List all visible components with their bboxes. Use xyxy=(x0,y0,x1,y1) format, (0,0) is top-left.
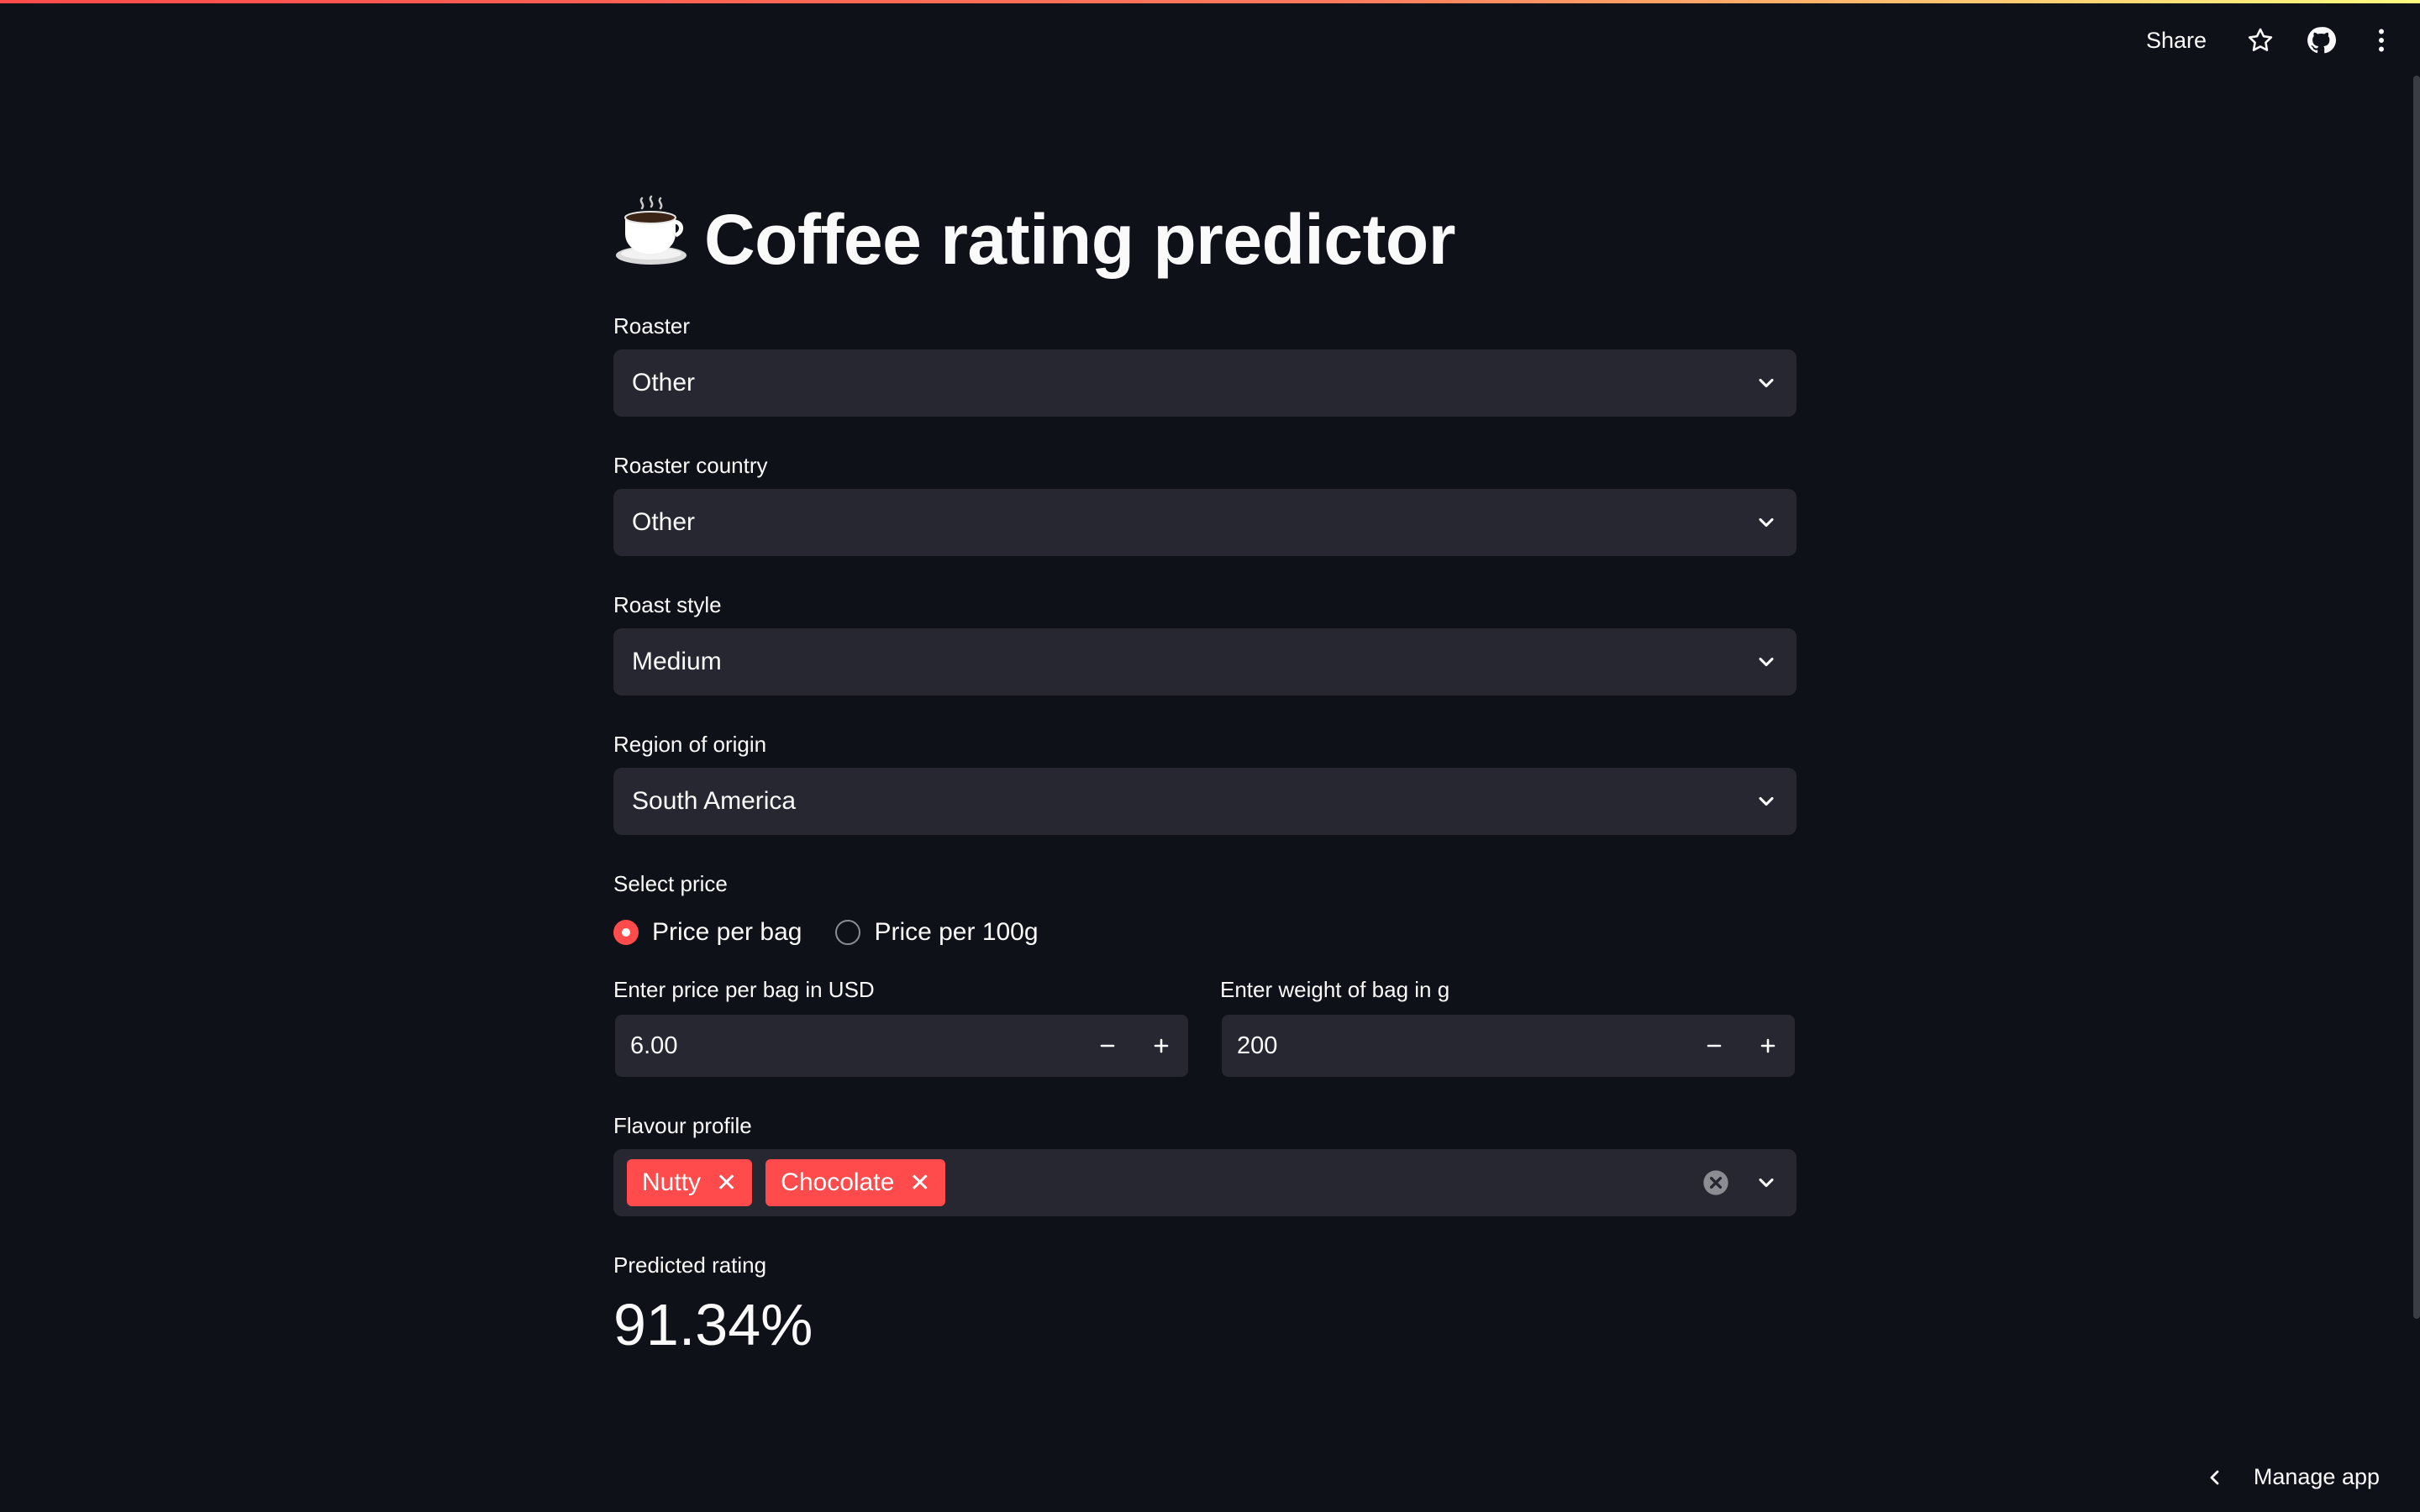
radio-label: Price per bag xyxy=(652,918,802,946)
scrollbar[interactable] xyxy=(2413,76,2420,1319)
star-icon[interactable] xyxy=(2242,22,2279,59)
flavour-tags: Nutty ✕ Chocolate ✕ xyxy=(627,1159,1702,1206)
close-icon[interactable]: ✕ xyxy=(716,1168,737,1198)
price-mode-radio-group: Price per bag Price per 100g xyxy=(613,907,1797,958)
chevron-down-icon xyxy=(1759,796,1774,806)
more-vertical-icon[interactable] xyxy=(2363,22,2400,59)
manage-app-label: Manage app xyxy=(2253,1464,2380,1489)
weight-number-input[interactable]: 200 xyxy=(1220,1013,1797,1079)
roaster-country-value: Other xyxy=(632,508,696,536)
roaster-select[interactable]: Other xyxy=(613,349,1797,417)
close-icon[interactable]: ✕ xyxy=(909,1168,930,1198)
manage-app-button[interactable]: Manage app xyxy=(2205,1464,2380,1490)
clear-all-icon[interactable] xyxy=(1702,1169,1729,1196)
flavour-multiselect[interactable]: Nutty ✕ Chocolate ✕ xyxy=(613,1149,1797,1216)
region-select[interactable]: South America xyxy=(613,768,1797,835)
metric-value: 91.34% xyxy=(613,1292,813,1357)
roaster-label: Roaster xyxy=(613,313,691,339)
top-decoration-bar xyxy=(0,0,2420,3)
chevron-down-icon[interactable] xyxy=(1754,1171,1778,1194)
increment-button[interactable] xyxy=(1134,1015,1188,1077)
decrement-button[interactable] xyxy=(1687,1015,1741,1077)
roast-style-label: Roast style xyxy=(613,592,722,617)
region-label: Region of origin xyxy=(613,732,767,757)
weight-column: Enter weight of bag in g 200 xyxy=(1220,974,1797,1079)
roast-style-value: Medium xyxy=(632,648,722,675)
radio-selected-icon xyxy=(613,920,639,945)
flavour-label: Flavour profile xyxy=(613,1113,752,1138)
flavour-tag: Nutty ✕ xyxy=(627,1159,753,1206)
plus-icon xyxy=(1760,1038,1776,1053)
minus-icon xyxy=(1707,1044,1722,1047)
header-toolbar: Share xyxy=(2146,18,2400,62)
radio-unselected-icon xyxy=(835,920,861,945)
region-value: South America xyxy=(632,787,797,815)
roaster-country-label: Roaster country xyxy=(613,453,768,478)
price-value[interactable]: 6.00 xyxy=(630,1032,1081,1060)
coffee-cup-icon xyxy=(613,193,689,286)
chevron-down-icon xyxy=(1759,517,1774,528)
increment-button[interactable] xyxy=(1741,1015,1795,1077)
flavour-tag: Chocolate ✕ xyxy=(765,1159,946,1206)
chevron-down-icon xyxy=(1759,657,1774,667)
roaster-value: Other xyxy=(632,369,696,396)
radio-price-per-100g[interactable]: Price per 100g xyxy=(835,918,1039,947)
decrement-button[interactable] xyxy=(1081,1015,1134,1077)
price-input-label: Enter price per bag in USD xyxy=(613,977,875,1002)
metric-label: Predicted rating xyxy=(613,1252,767,1278)
radio-price-per-bag[interactable]: Price per bag xyxy=(613,918,802,947)
plus-icon xyxy=(1154,1038,1169,1053)
page-title-text: Coffee rating predictor xyxy=(704,199,1455,279)
chevron-left-icon xyxy=(2210,1470,2219,1484)
price-column: Enter price per bag in USD 6.00 xyxy=(613,974,1190,1079)
price-mode-label: Select price xyxy=(613,871,728,896)
roaster-country-select[interactable]: Other xyxy=(613,489,1797,556)
github-icon[interactable] xyxy=(2302,22,2339,59)
main-content: Coffee rating predictor Roaster Other Ro… xyxy=(613,193,1797,1362)
tag-label: Nutty xyxy=(642,1168,702,1196)
radio-label: Price per 100g xyxy=(874,918,1039,946)
tag-label: Chocolate xyxy=(781,1168,895,1196)
page-title: Coffee rating predictor xyxy=(613,193,1797,286)
weight-value[interactable]: 200 xyxy=(1237,1032,1687,1060)
roast-style-select[interactable]: Medium xyxy=(613,628,1797,696)
minus-icon xyxy=(1100,1044,1115,1047)
share-button[interactable]: Share xyxy=(2146,28,2207,54)
price-weight-row: Enter price per bag in USD 6.00 Enter we… xyxy=(613,974,1797,1079)
price-number-input[interactable]: 6.00 xyxy=(613,1013,1190,1079)
chevron-down-icon xyxy=(1759,378,1774,388)
weight-input-label: Enter weight of bag in g xyxy=(1220,977,1450,1002)
